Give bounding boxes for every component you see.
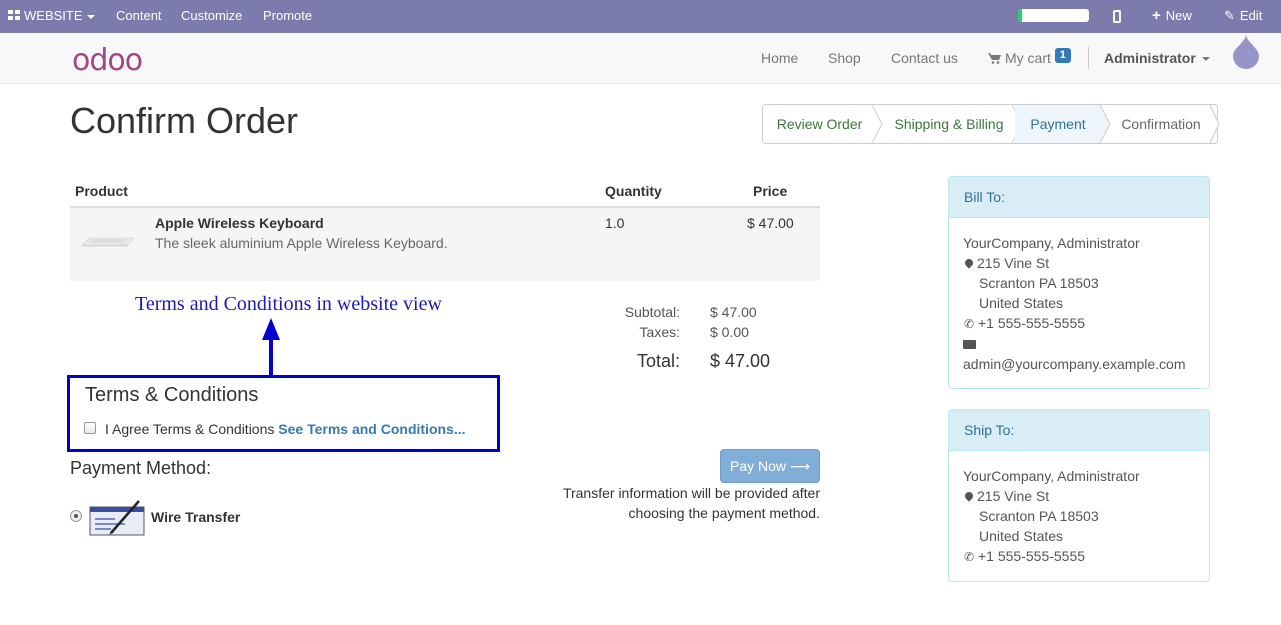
- wire-transfer-radio[interactable]: [70, 510, 82, 522]
- col-header-product: Product: [75, 183, 128, 199]
- ship-to-heading: Ship To:: [949, 410, 1209, 451]
- wizard-step-confirmation: Confirmation: [1121, 116, 1201, 132]
- checkout-wizard: Review Order Shipping & Billing Payment …: [762, 104, 1220, 144]
- menu-promote[interactable]: Promote: [263, 0, 312, 33]
- col-header-quantity: Quantity: [605, 183, 662, 199]
- bill-to-name: YourCompany, Administrator: [963, 235, 1140, 251]
- new-button[interactable]: + New: [1152, 0, 1192, 33]
- edit-button[interactable]: ✎ Edit: [1224, 0, 1262, 33]
- site-navbar: odoo Home Shop Contact us My cart 1 Admi…: [0, 33, 1281, 84]
- taxes-label: Taxes:: [639, 324, 680, 340]
- odoo-logo[interactable]: odoo: [72, 43, 143, 78]
- phone-icon: ✆: [963, 317, 975, 331]
- apps-grid-icon: [8, 10, 20, 21]
- shopping-cart-icon: [988, 53, 1001, 64]
- ship-to-phone: +1 555-555-5555: [978, 548, 1086, 564]
- terms-title: Terms & Conditions: [85, 384, 259, 406]
- agree-terms-row: I Agree Terms & Conditions See Terms and…: [105, 421, 466, 437]
- mobile-icon: [1113, 10, 1121, 23]
- cart-label: My cart: [1005, 50, 1051, 66]
- annotation-arrow-icon: [262, 318, 280, 376]
- page-title: Confirm Order: [70, 100, 299, 141]
- ship-to-name: YourCompany, Administrator: [963, 468, 1140, 484]
- cheque-icon: [89, 500, 145, 536]
- phone-icon: ✆: [963, 550, 975, 564]
- menu-content[interactable]: Content: [116, 0, 162, 33]
- taxes-value: $ 0.00: [710, 324, 749, 340]
- subtotal-label: Subtotal:: [624, 304, 680, 320]
- product-name[interactable]: Apple Wireless Keyboard: [155, 215, 324, 231]
- pencil-icon: ✎: [1224, 8, 1235, 23]
- ship-to-address: YourCompany, Administrator 215 Vine St S…: [949, 451, 1209, 582]
- subtotal-value: $ 47.00: [710, 304, 757, 320]
- logo-text: odoo: [72, 43, 143, 78]
- edit-label: Edit: [1239, 8, 1263, 23]
- nav-divider: [1088, 47, 1089, 69]
- product-quantity: 1.0: [605, 215, 625, 231]
- bill-to-email: admin@yourcompany.example.com: [963, 356, 1186, 372]
- total-label: Total:: [636, 351, 680, 371]
- bill-to-country: United States: [979, 295, 1064, 311]
- user-label: Administrator: [1104, 50, 1196, 66]
- product-description: The sleek aluminium Apple Wireless Keybo…: [155, 235, 448, 251]
- website-menu-label: WEBSITE: [24, 8, 83, 23]
- plus-icon: +: [1152, 7, 1161, 24]
- bill-to-panel: Bill To: YourCompany, Administrator 215 …: [948, 176, 1210, 389]
- transfer-info-line-1: Transfer information will be provided af…: [562, 485, 820, 501]
- map-marker-icon: [963, 490, 975, 502]
- odoo-drop-icon[interactable]: [1231, 34, 1261, 70]
- menu-customize[interactable]: Customize: [181, 0, 242, 33]
- caret-down-icon: [86, 14, 95, 19]
- step-separator: [1099, 105, 1111, 143]
- wizard-step-shipping-billing[interactable]: Shipping & Billing: [881, 105, 1017, 143]
- transfer-info-text: Transfer information will be provided af…: [540, 483, 820, 523]
- cart-count-badge: 1: [1054, 48, 1071, 63]
- website-admin-bar: WEBSITE Content Customize Promote + New ✎…: [0, 0, 1281, 33]
- caret-down-icon: [1201, 57, 1210, 62]
- nav-contact-us[interactable]: Contact us: [891, 33, 958, 83]
- bill-to-heading: Bill To:: [949, 177, 1209, 218]
- website-progress-bar[interactable]: [1018, 9, 1089, 22]
- ship-to-city: Scranton PA 18503: [979, 508, 1099, 524]
- payment-method-title: Payment Method:: [70, 458, 212, 478]
- envelope-icon: [963, 340, 976, 349]
- ship-to-country: United States: [979, 528, 1064, 544]
- bill-to-address: YourCompany, Administrator 215 Vine St S…: [949, 218, 1209, 389]
- new-label: New: [1165, 8, 1192, 23]
- ship-to-street: 215 Vine St: [977, 488, 1050, 504]
- bill-to-street: 215 Vine St: [977, 255, 1050, 271]
- pay-now-button[interactable]: Pay Now ⟶: [720, 449, 820, 483]
- bill-to-city: Scranton PA 18503: [979, 275, 1099, 291]
- total-value: $ 47.00: [710, 351, 771, 371]
- product-price: $ 47.00: [747, 215, 794, 231]
- see-terms-link[interactable]: See Terms and Conditions...: [278, 421, 465, 437]
- progress-fill: [1018, 9, 1023, 22]
- nav-my-cart[interactable]: My cart 1: [988, 33, 1071, 83]
- mobile-preview-button[interactable]: [1113, 1, 1121, 34]
- keyboard-product-image[interactable]: [82, 236, 134, 248]
- step-separator: [1209, 105, 1220, 143]
- pay-now-label: Pay Now: [730, 458, 787, 474]
- wizard-step-payment[interactable]: Payment: [1015, 105, 1101, 143]
- arrow-right-icon: ⟶: [789, 458, 810, 474]
- ship-to-panel: Ship To: YourCompany, Administrator 215 …: [948, 409, 1210, 582]
- wizard-step-review-order[interactable]: Review Order: [763, 105, 876, 143]
- user-menu[interactable]: Administrator: [1104, 33, 1210, 83]
- annotation-text: Terms and Conditions in website view: [135, 293, 442, 315]
- transfer-info-line-2: choosing the payment method.: [628, 505, 820, 521]
- nav-home[interactable]: Home: [761, 33, 798, 83]
- col-header-price: Price: [753, 183, 788, 199]
- wire-transfer-label[interactable]: Wire Transfer: [151, 509, 240, 525]
- bill-to-phone: +1 555-555-5555: [978, 315, 1086, 331]
- map-marker-icon: [963, 257, 975, 269]
- agree-terms-label: I Agree Terms & Conditions: [105, 421, 275, 437]
- website-menu-button[interactable]: WEBSITE: [8, 0, 95, 33]
- agree-terms-checkbox[interactable]: [84, 422, 96, 434]
- nav-shop[interactable]: Shop: [828, 33, 861, 83]
